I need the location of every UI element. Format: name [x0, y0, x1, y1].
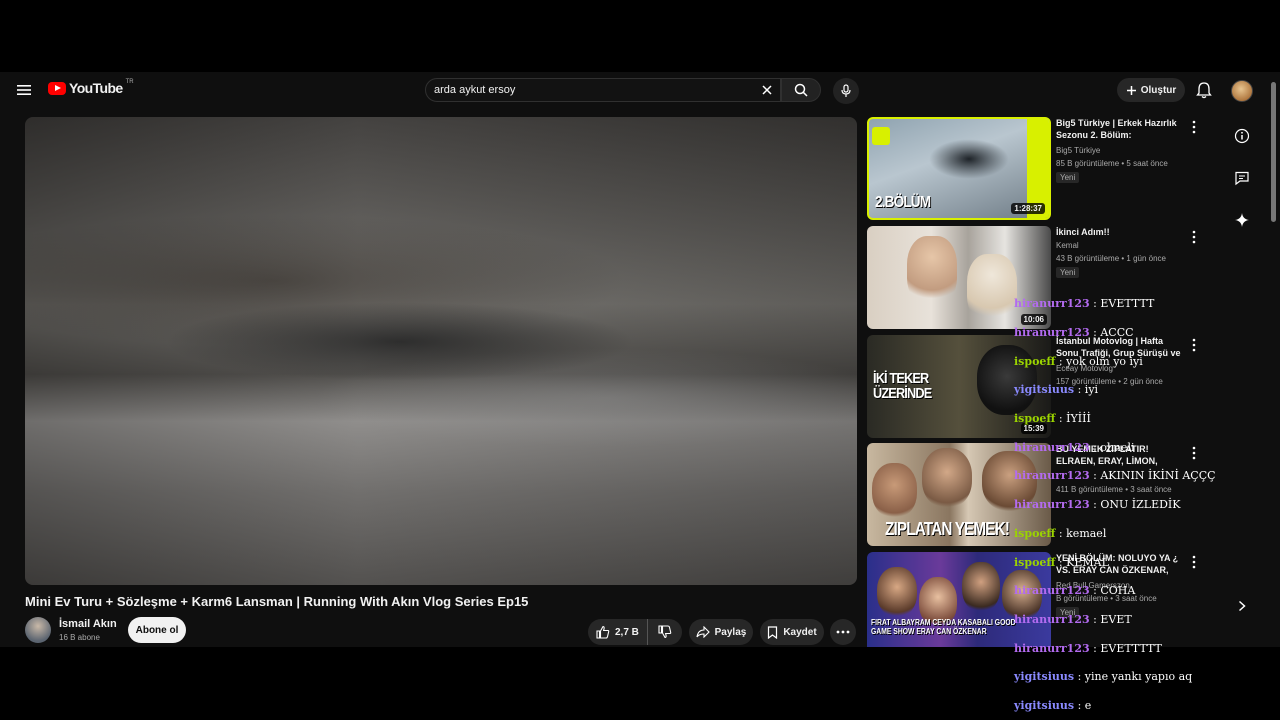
- youtube-play-icon: [48, 81, 66, 95]
- like-button[interactable]: 2,7 B: [588, 619, 648, 645]
- thumbnail-person: [907, 236, 957, 306]
- logo-text: YouTube: [69, 80, 123, 96]
- thumbnail-person: [877, 567, 917, 617]
- video-title: Mini Ev Turu + Sözleşme + Karm6 Lansman …: [25, 594, 529, 609]
- share-arrow-icon: [696, 626, 710, 638]
- chat-message: hiranurr123 : olmeli: [1014, 441, 1135, 454]
- chat-username: hiranurr123: [1014, 469, 1090, 482]
- chat-message: hiranurr123 : EVETTTTT: [1014, 642, 1162, 655]
- like-dislike-group: 2,7 B: [588, 619, 682, 645]
- chat-message: hiranurr123 : EVETTTT: [1014, 297, 1155, 310]
- chat-text: KEMAL: [1066, 556, 1109, 569]
- chat-text: EVETTTTT: [1100, 642, 1162, 655]
- chat-message: hiranurr123 : EVET: [1014, 613, 1132, 626]
- chat-text: yine yankı yapıo aq: [1084, 670, 1193, 683]
- chat-message: ispoeff : KEMAL: [1014, 556, 1109, 569]
- chat-text: ACCC: [1100, 326, 1134, 339]
- voice-search-button[interactable]: [833, 78, 859, 104]
- menu-button[interactable]: [12, 78, 36, 102]
- dislike-button[interactable]: [648, 625, 682, 639]
- thumbnail-person: [922, 448, 972, 508]
- chat-message: yigitsiuus : e: [1014, 699, 1092, 712]
- thumbnail-person: [872, 463, 917, 518]
- chat-message: ispoeff : yok olm yo iyi: [1014, 355, 1143, 368]
- chat-username: yigitsiuus: [1014, 670, 1075, 683]
- chat-username: hiranurr123: [1014, 584, 1090, 597]
- thumbnail-text: ZIPLATAN YEMEK!: [885, 519, 1010, 539]
- thumbs-down-icon: [658, 625, 672, 639]
- chat-text: AKININ İKİNİ AÇÇÇ: [1100, 469, 1216, 482]
- chat-message: hiranurr123 : COHA: [1014, 584, 1136, 597]
- chat-username: hiranurr123: [1014, 326, 1090, 339]
- bookmark-icon: [768, 625, 778, 639]
- chat-username: ispoeff: [1014, 527, 1056, 540]
- chat-username: hiranurr123: [1014, 441, 1090, 454]
- chat-message: hiranurr123 : ONU İZLEDİK: [1014, 498, 1181, 511]
- chat-text: kemael: [1066, 527, 1107, 540]
- chat-text: iyi: [1084, 383, 1099, 396]
- channel-name[interactable]: İsmail Akın: [59, 618, 117, 630]
- chat-username: hiranurr123: [1014, 498, 1090, 511]
- chat-username: hiranurr123: [1014, 642, 1090, 655]
- chat-text: İYİİİ: [1066, 412, 1091, 425]
- chat-text: e: [1084, 699, 1092, 712]
- channel-avatar[interactable]: [25, 617, 51, 643]
- search-input[interactable]: [434, 79, 754, 101]
- chat-message: yigitsiuus : iyi: [1014, 383, 1099, 396]
- chat-username: yigitsiuus: [1014, 383, 1075, 396]
- youtube-logo[interactable]: YouTube TR: [48, 79, 134, 96]
- thumbnail-person: [962, 562, 1000, 612]
- chat-username: yigitsiuus: [1014, 699, 1075, 712]
- video-player[interactable]: [25, 117, 857, 585]
- search-icon: [794, 83, 808, 97]
- search-button[interactable]: [781, 78, 821, 102]
- chat-text: COHA: [1100, 584, 1136, 597]
- chat-message: ispoeff : kemael: [1014, 527, 1107, 540]
- thumbnail-text: 2.BÖLÜM: [875, 194, 931, 211]
- microphone-icon: [841, 84, 851, 97]
- subscriber-count: 16 B abone: [59, 633, 100, 642]
- chat-text: EVET: [1100, 613, 1132, 626]
- chat-username: ispoeff: [1014, 556, 1056, 569]
- save-button[interactable]: Kaydet: [760, 619, 824, 645]
- share-button[interactable]: Paylaş: [689, 619, 753, 645]
- chat-username: hiranurr123: [1014, 297, 1090, 310]
- channel-badge-icon: [872, 127, 890, 145]
- save-label: Kaydet: [783, 626, 817, 638]
- stream-chat-overlay: hiranurr123 : EVETTTT hiranurr123 : ACCC…: [1014, 0, 1274, 720]
- chat-text: yok olm yo iyi: [1066, 355, 1143, 368]
- thumbnail-text: FIRAT ALBAYRAM CEYDA KASABALI GOOD GAME …: [871, 618, 1016, 636]
- search-box[interactable]: [425, 78, 781, 102]
- thumbnail-text: İKİ TEKER ÜZERİNDE: [873, 370, 932, 402]
- share-label: Paylaş: [714, 626, 747, 638]
- thumbnail-figures: [929, 139, 1009, 179]
- chat-username: ispoeff: [1014, 355, 1056, 368]
- chat-message: yigitsiuus : yine yankı yapıo aq: [1014, 670, 1193, 683]
- clear-search-icon[interactable]: [760, 83, 774, 97]
- chat-username: ispoeff: [1014, 412, 1056, 425]
- subscribe-button[interactable]: Abone ol: [128, 617, 186, 643]
- chat-message: hiranurr123 : AKININ İKİNİ AÇÇÇ: [1014, 469, 1216, 482]
- thumbnail-person: [967, 254, 1017, 324]
- thumbs-up-icon: [596, 625, 610, 639]
- hamburger-icon: [17, 85, 31, 95]
- more-horizontal-icon: [836, 630, 850, 634]
- chat-message: ispoeff : İYİİİ: [1014, 412, 1091, 425]
- chat-text: EVETTTT: [1100, 297, 1155, 310]
- more-actions-button[interactable]: [830, 619, 856, 645]
- chat-text: olmeli: [1100, 441, 1135, 454]
- like-count: 2,7 B: [615, 626, 639, 638]
- chat-message: hiranurr123 : ACCC: [1014, 326, 1134, 339]
- chat-username: hiranurr123: [1014, 613, 1090, 626]
- chat-text: ONU İZLEDİK: [1100, 498, 1181, 511]
- logo-country: TR: [125, 79, 134, 85]
